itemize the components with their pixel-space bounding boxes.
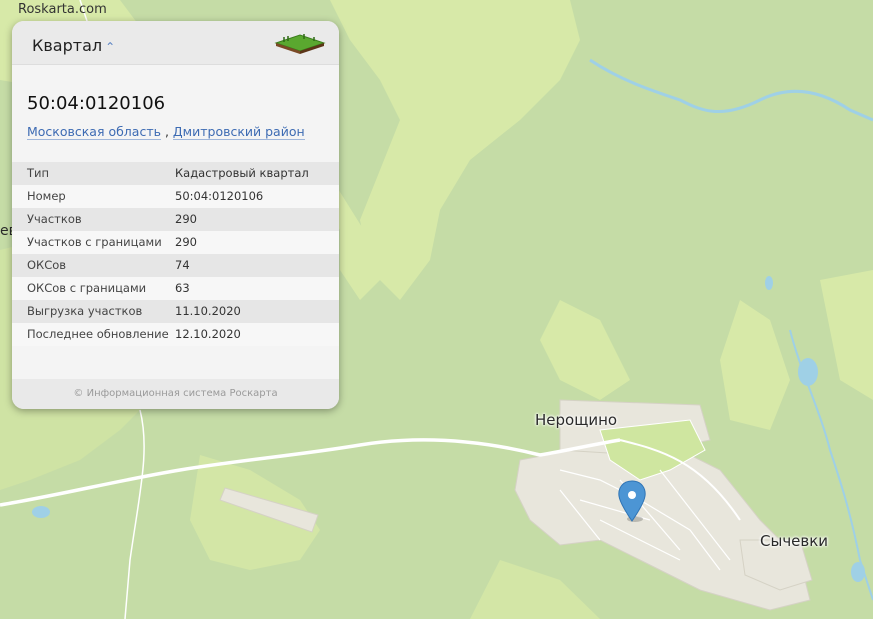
table-row: Тип Кадастровый квартал xyxy=(12,162,339,185)
chevron-up-icon[interactable]: ⌃ xyxy=(105,40,115,54)
cadastral-number: 50:04:0120106 xyxy=(27,93,166,114)
table-row: Участков с границами 290 xyxy=(12,231,339,254)
card-title: Квартал xyxy=(32,36,103,55)
prop-key: Выгрузка участков xyxy=(27,304,143,318)
prop-key: Участков с границами xyxy=(27,235,162,249)
prop-value: Кадастровый квартал xyxy=(175,166,309,180)
card-footer: © Информационная система Роскарта xyxy=(12,379,339,409)
table-row: Участков 290 xyxy=(12,208,339,231)
prop-value: 11.10.2020 xyxy=(175,304,241,318)
region-links: Московская область , Дмитровский район xyxy=(27,124,305,140)
prop-key: Тип xyxy=(27,166,50,180)
properties-table: Тип Кадастровый квартал Номер 50:04:012010… xyxy=(12,162,339,346)
table-row: Последнее обновление 12.10.2020 xyxy=(12,323,339,346)
prop-value: 63 xyxy=(175,281,190,295)
pond xyxy=(765,276,773,290)
table-row: ОКСов 74 xyxy=(12,254,339,277)
brand-label[interactable]: Roskarta.com xyxy=(18,2,107,17)
prop-key: Последнее обновление xyxy=(27,327,169,341)
card-header: Квартал ⌃ xyxy=(12,21,339,65)
prop-key: Номер xyxy=(27,189,66,203)
land-plot-icon xyxy=(274,34,326,54)
prop-value: 290 xyxy=(175,235,197,249)
region-link[interactable]: Московская область xyxy=(27,124,161,140)
card-title-toggle[interactable]: Квартал ⌃ xyxy=(32,36,115,55)
table-row: Номер 50:04:0120106 xyxy=(12,185,339,208)
district-link[interactable]: Дмитровский район xyxy=(172,124,305,140)
place-label-nerotshchino: Нерощино xyxy=(535,411,618,429)
pond xyxy=(851,562,865,582)
pond xyxy=(32,506,50,518)
prop-value: 50:04:0120106 xyxy=(175,189,264,203)
prop-key: ОКСов с границами xyxy=(27,281,147,295)
region-separator: , xyxy=(160,124,173,139)
table-row: Выгрузка участков 11.10.2020 xyxy=(12,300,339,323)
prop-value: 74 xyxy=(175,258,190,272)
prop-value: 290 xyxy=(175,212,197,226)
pond xyxy=(798,358,818,386)
place-label-sychevki: Сычевки xyxy=(760,532,829,550)
prop-value: 12.10.2020 xyxy=(175,327,241,341)
info-card: Квартал ⌃ 50:04:0120106 Московская област… xyxy=(12,21,339,409)
prop-key: Участков xyxy=(27,212,82,226)
table-row: ОКСов с границами 63 xyxy=(12,277,339,300)
prop-key: ОКСов xyxy=(27,258,67,272)
